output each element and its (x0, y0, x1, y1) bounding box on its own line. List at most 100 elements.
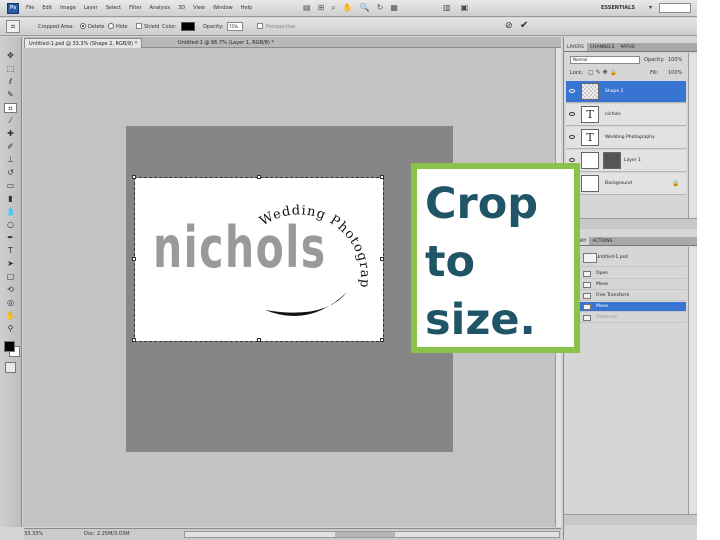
dodge-tool-icon[interactable]: ○ (4, 220, 17, 230)
layer-opacity-value[interactable]: 100% (668, 57, 682, 63)
delete-radio[interactable] (80, 23, 86, 29)
3d-orbit-tool-icon[interactable]: ◎ (4, 298, 17, 308)
quick-select-tool-icon[interactable]: ✎ (4, 90, 17, 100)
horizontal-scroll-thumb[interactable] (335, 532, 395, 537)
workspace-switcher[interactable]: ESSENTIALS (601, 5, 635, 11)
crop-tool-preset-icon[interactable]: ⌗ (6, 20, 20, 33)
history-item-label: Free Transform (596, 293, 630, 298)
lock-icons[interactable]: ▢ ✎ ✥ 🔒 (588, 69, 617, 76)
history-scrollbar[interactable] (688, 247, 696, 517)
visibility-eye-icon[interactable] (569, 135, 575, 139)
layer-row-nichols[interactable]: T nichols (566, 104, 686, 126)
menu-view[interactable]: View (193, 5, 205, 11)
move-tool-icon[interactable]: ✥ (4, 51, 17, 61)
menu-analysis[interactable]: Analysis (150, 5, 171, 11)
blur-tool-icon[interactable]: 💧 (4, 207, 17, 217)
eraser-tool-icon[interactable]: ▭ (4, 181, 17, 191)
pen-tool-icon[interactable]: ✒ (4, 233, 17, 243)
tab-channels[interactable]: CHANNELS (587, 43, 618, 51)
visibility-eye-icon[interactable] (569, 158, 575, 162)
tab-actions[interactable]: ACTIONS (589, 237, 615, 245)
arrange-documents-icon[interactable]: ▥ (443, 3, 451, 12)
history-item-current[interactable]: Move (578, 302, 686, 312)
lasso-tool-icon[interactable]: ℓ (4, 77, 17, 87)
crop-handle-w[interactable] (132, 257, 136, 261)
document-tab[interactable]: Untitled-1 @ 66.7% (Layer 1, RGB/8) * (174, 38, 278, 48)
cancel-crop-icon[interactable]: ⊘ (505, 21, 513, 31)
hand-icon[interactable]: ✋ (343, 3, 353, 13)
crop-handle-sw[interactable] (132, 338, 136, 342)
shield-color-swatch[interactable] (181, 22, 195, 31)
layer-mask-thumbnail[interactable] (603, 152, 621, 169)
menu-layer[interactable]: Layer (84, 5, 98, 11)
quick-mask-icon[interactable] (5, 362, 16, 373)
tab-layers[interactable]: LAYERS (564, 43, 587, 51)
crop-handle-se[interactable] (380, 338, 384, 342)
brush-tool-icon[interactable]: ✐ (4, 142, 17, 152)
menu-edit[interactable]: Edit (42, 5, 52, 11)
menu-image[interactable]: Image (60, 5, 76, 11)
blend-mode-select[interactable]: Normal (570, 56, 640, 64)
type-tool-icon[interactable]: T (4, 246, 17, 256)
menu-3d[interactable]: 3D (178, 5, 185, 11)
crop-handle-e[interactable] (380, 257, 384, 261)
zoom-level-icon[interactable]: ⌕ (331, 3, 335, 13)
document-tab-bar: Untitled-1.psd @ 33.3% (Shape 2, RGB/8) … (24, 37, 561, 48)
history-brush-tool-icon[interactable]: ↺ (4, 168, 17, 178)
history-step-icon (583, 271, 591, 277)
perspective-checkbox[interactable] (257, 23, 263, 29)
clone-stamp-tool-icon[interactable]: ⊥ (4, 155, 17, 165)
crop-handle-s[interactable] (257, 338, 261, 342)
menu-filter[interactable]: Filter (129, 5, 141, 11)
history-item[interactable]: Move (578, 280, 686, 290)
canvas-horizontal-scrollbar[interactable] (184, 531, 560, 538)
shield-opacity-field[interactable]: 75% (227, 22, 243, 31)
eyedropper-tool-icon[interactable]: ⁄ (4, 116, 17, 126)
shape-tool-icon[interactable]: ▢ (4, 272, 17, 282)
visibility-eye-icon[interactable] (569, 112, 575, 116)
layer-row-background[interactable]: Background 🔒 (566, 173, 686, 195)
tab-paths[interactable]: PATHS (617, 43, 637, 51)
3d-rotate-tool-icon[interactable]: ⟲ (4, 285, 17, 295)
zoom-tool-icon[interactable]: ⚲ (4, 324, 17, 334)
layers-scrollbar[interactable] (688, 53, 696, 228)
hide-radio[interactable] (108, 23, 114, 29)
history-item[interactable]: Free Transform (578, 291, 686, 301)
foreground-color-swatch[interactable] (4, 341, 15, 352)
zoom-icon[interactable]: 🔍 (360, 3, 370, 13)
history-item[interactable]: Open (578, 269, 686, 279)
menu-help[interactable]: Help (241, 5, 252, 11)
visibility-eye-icon[interactable] (569, 89, 575, 93)
ruler-icon[interactable]: ⊞ (318, 3, 325, 13)
menu-window[interactable]: Window (213, 5, 233, 11)
layer-row-wedding-photography[interactable]: T Wedding Photography (566, 127, 686, 149)
hand-tool-icon[interactable]: ✋ (4, 311, 17, 321)
path-selection-tool-icon[interactable]: ➤ (4, 259, 17, 269)
layer-row-shape-2[interactable]: Shape 2 (566, 81, 686, 103)
crop-selection[interactable]: Wedding Photography nichols (132, 175, 384, 342)
minibridge-icon[interactable]: ▤ (303, 3, 311, 13)
workspace-arrow-icon[interactable]: ▾ (649, 4, 652, 11)
commit-crop-icon[interactable]: ✔ (520, 20, 528, 31)
zoom-readout[interactable]: 33.33% (24, 531, 43, 537)
healing-tool-icon[interactable]: ✚ (4, 129, 17, 139)
layer-name: nichols (605, 112, 621, 117)
crop-handle-n[interactable] (257, 175, 261, 179)
fill-value[interactable]: 100% (668, 70, 682, 76)
crop-handle-nw[interactable] (132, 175, 136, 179)
screen-mode-icon[interactable]: ▣ (461, 3, 469, 12)
shield-checkbox[interactable] (136, 23, 142, 29)
search-input[interactable] (659, 3, 691, 13)
crop-tool-icon[interactable]: ⌗ (4, 103, 17, 113)
gradient-tool-icon[interactable]: ▮ (4, 194, 17, 204)
rotate-view-icon[interactable]: ↻ (377, 3, 384, 13)
menu-file[interactable]: File (26, 5, 34, 11)
history-snapshot[interactable]: Untitled-1.psd (578, 249, 686, 267)
marquee-tool-icon[interactable]: ⬚ (4, 64, 17, 74)
document-tab-active[interactable]: Untitled-1.psd @ 33.3% (Shape 2, RGB/8) … (24, 38, 143, 48)
grid-icon[interactable]: ▦ (390, 3, 398, 13)
layer-row-layer-1[interactable]: Layer 1 (566, 150, 686, 172)
history-item[interactable]: Rasterize (578, 313, 686, 323)
crop-handle-ne[interactable] (380, 175, 384, 179)
menu-select[interactable]: Select (106, 5, 121, 11)
